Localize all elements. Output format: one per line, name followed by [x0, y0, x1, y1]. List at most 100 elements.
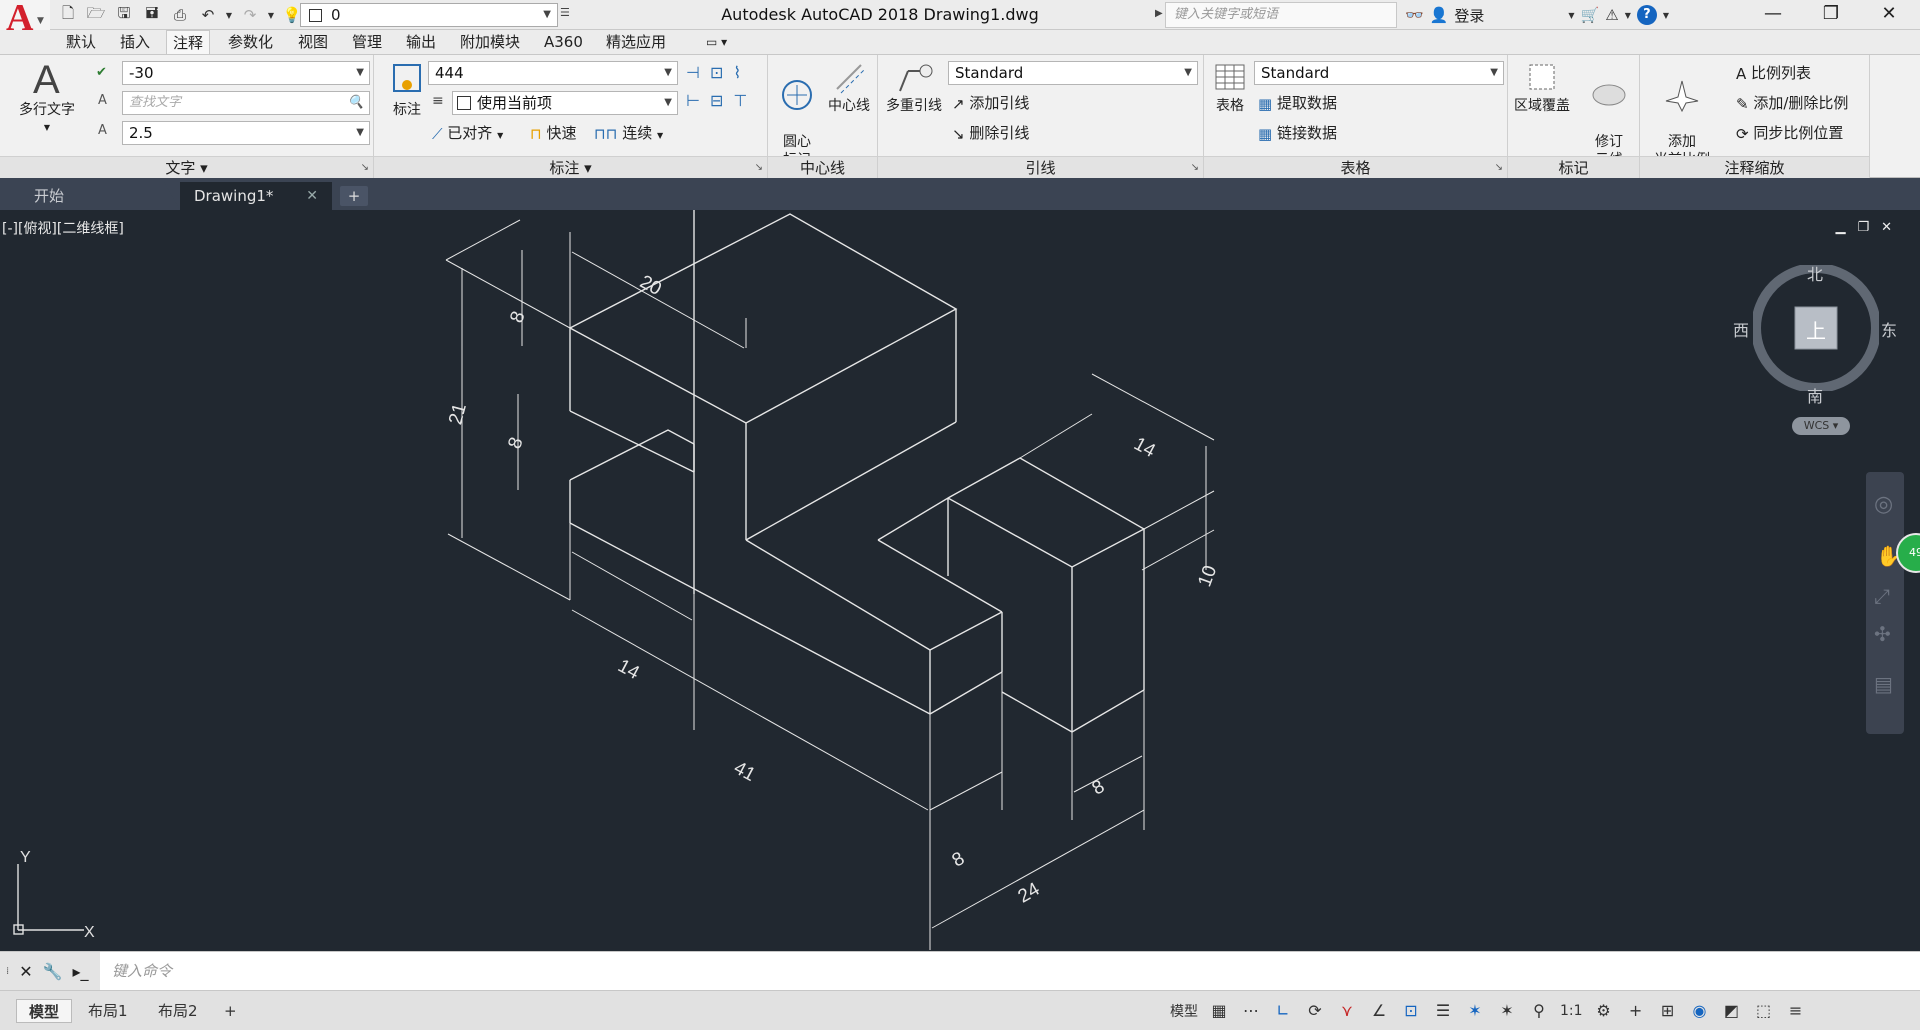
model-space-toggle[interactable]: 模型 [1170, 1001, 1198, 1021]
restore-icon[interactable]: ❐ [1802, 0, 1860, 30]
close-icon[interactable]: ✕ [1860, 0, 1918, 30]
quick-properties-icon[interactable]: ◉ [1689, 1001, 1711, 1020]
showmotion-icon[interactable]: ▤ [1874, 672, 1893, 696]
layout-tab-1[interactable]: 布局1 [76, 999, 140, 1023]
polar-tracking-icon[interactable]: ⟳ [1304, 1001, 1326, 1020]
adjust-space-icon[interactable]: ⊢ [686, 91, 700, 110]
clean-screen-icon[interactable]: ⬚ [1753, 1001, 1775, 1020]
tab-manage[interactable]: 管理 [346, 30, 388, 54]
leader-style-dropdown[interactable]: Standard ▼ [948, 61, 1198, 85]
find-icon[interactable]: 🔍 [348, 92, 364, 114]
scale-list-button[interactable]: A 比例列表 [1736, 61, 1811, 85]
table-button[interactable]: 表格 [1208, 59, 1252, 115]
dim-break-icon[interactable]: ⊣ [686, 63, 700, 82]
wrench-icon[interactable]: 🔧 [43, 962, 63, 981]
add-layout-button[interactable]: + [216, 999, 245, 1023]
viewcube[interactable]: 北 南 西 东 上 [1733, 263, 1897, 406]
undo-dropdown-icon[interactable]: ▼ [223, 3, 235, 27]
sync-scale-button[interactable]: ⟳ 同步比例位置 [1736, 121, 1843, 145]
tab-addins[interactable]: 附加模块 [454, 30, 526, 54]
ribbon-display-toggle-icon[interactable]: ▭ ▾ [700, 30, 733, 54]
tab-parametric[interactable]: 参数化 [222, 30, 279, 54]
dimension-button[interactable]: 标注 [382, 59, 432, 119]
link-data-button[interactable]: ▦ 链接数据 [1258, 121, 1337, 145]
new-file-icon[interactable]: 🗋 [55, 3, 81, 27]
layout-tab-2[interactable]: 布局2 [146, 999, 210, 1023]
chevron-down-icon[interactable]: ▼ [1568, 11, 1574, 20]
viewcube-east[interactable]: 东 [1881, 317, 1897, 341]
drawing-canvas[interactable]: [-][俯视][二维线框] ▁ ❐ ✕ 20 8 21 8 14 41 14 1… [0, 210, 1920, 951]
minimize-icon[interactable]: — [1744, 0, 1802, 30]
quick-dim-button[interactable]: ⊓ 快速 [530, 121, 577, 145]
lineweight-icon[interactable]: ☰ [1432, 1001, 1454, 1020]
workspace-gear-icon[interactable]: ⚙ [1593, 1001, 1615, 1020]
grip-icon[interactable]: ⁞ [6, 966, 9, 977]
chevron-down-icon[interactable]: ▼ [1663, 11, 1669, 20]
layer-dropdown[interactable]: 0 ▼ [300, 3, 558, 27]
autodesk-account-icon[interactable]: ⚠ [1605, 6, 1618, 24]
dialog-launcher-icon[interactable]: ↘ [1191, 157, 1199, 179]
find-text-input[interactable]: 查找文字 🔍 [122, 91, 370, 115]
ortho-icon[interactable]: ∟ [1272, 1001, 1294, 1020]
object-snap-tracking-icon[interactable]: ∠ [1368, 1001, 1390, 1020]
wcs-menu[interactable]: WCS ▾ [1792, 417, 1850, 435]
layout-tab-model[interactable]: 模型 [16, 999, 73, 1023]
center-mark-button[interactable]: 圆心 标记 [772, 59, 822, 169]
dimension-panel-title[interactable]: 标注 ▾ ↘ [374, 156, 767, 178]
user-icon[interactable]: 👤 [1430, 6, 1449, 24]
isolate-objects-icon[interactable]: ◩ [1721, 1001, 1743, 1020]
command-input[interactable]: 键入命令 [112, 960, 172, 981]
dialog-launcher-icon[interactable]: ↘ [361, 157, 369, 179]
isodraft-icon[interactable]: ⋎ [1336, 1001, 1358, 1020]
help-icon[interactable]: ? [1636, 5, 1657, 25]
dim-inspect-icon[interactable]: ⊡ [710, 63, 723, 82]
viewcube-south[interactable]: 南 [1807, 383, 1823, 407]
multileader-button[interactable]: 多重引线 [882, 59, 946, 115]
annotation-monitor-icon[interactable]: + [1625, 1001, 1647, 1020]
annotation-scale-icon[interactable]: ⚲ [1528, 1001, 1550, 1020]
text-height-dropdown[interactable]: 2.5 ▼ [122, 121, 370, 145]
save-as-icon[interactable]: 🖬 [139, 3, 165, 27]
table-style-dropdown[interactable]: Standard ▼ [1254, 61, 1504, 85]
add-remove-scale-button[interactable]: ✎ 添加/删除比例 [1736, 91, 1848, 115]
redo-icon[interactable]: ↷ [237, 3, 263, 27]
viewcube-top-face[interactable]: 上 [1806, 315, 1826, 344]
object-snap-icon[interactable]: ⊡ [1400, 1001, 1422, 1020]
tab-drawing1[interactable]: Drawing1* ✕ [180, 182, 332, 210]
command-prompt-icon[interactable]: ▸_ [73, 962, 89, 981]
viewcube-north[interactable]: 北 [1807, 261, 1823, 285]
grid-icon[interactable]: ▦ [1208, 1001, 1230, 1020]
text-style-dropdown[interactable]: -30 ▼ [122, 61, 370, 85]
annotation-visibility-icon[interactable]: ✶ [1464, 1001, 1486, 1020]
snap-icon[interactable]: ⋯ [1240, 1001, 1262, 1020]
binoculars-icon[interactable]: 👓 [1405, 6, 1424, 24]
mtext-button[interactable]: A 多行文字 ▼ [10, 59, 84, 137]
annotation-scaling-panel-title[interactable]: 注释缩放 [1640, 156, 1869, 178]
jogged-linear-icon[interactable]: ⌇ [733, 63, 741, 82]
dim-style-dropdown[interactable]: 444 ▼ [428, 61, 678, 85]
add-leader-button[interactable]: ↗ 添加引线 [952, 91, 1029, 115]
search-input[interactable]: 键入关键字或短语 [1165, 2, 1397, 28]
print-icon[interactable]: ⎙ [167, 3, 193, 27]
chevron-down-icon[interactable]: ▼ [1625, 11, 1631, 20]
login-button[interactable]: 登录 [1454, 5, 1484, 26]
orbit-icon[interactable]: ✣ [1874, 622, 1891, 646]
viewcube-west[interactable]: 西 [1733, 317, 1749, 341]
units-icon[interactable]: ⊞ [1657, 1001, 1679, 1020]
markup-panel-title[interactable]: 标记 [1508, 156, 1639, 178]
open-file-icon[interactable]: 🗁 [83, 3, 109, 27]
add-current-scale-button[interactable]: 添加 当前比例 [1642, 59, 1722, 169]
customization-menu-icon[interactable]: ≡ [1785, 1001, 1807, 1020]
spellcheck-icon[interactable]: ✔ [96, 65, 107, 80]
close-icon[interactable]: ✕ [19, 962, 32, 981]
search-expand-icon[interactable]: ▶ [1155, 8, 1163, 19]
centerline-panel-title[interactable]: 中心线 [768, 156, 877, 178]
new-tab-button[interactable]: + [340, 186, 368, 206]
annotation-scale-dropdown[interactable]: 1:1 [1560, 1003, 1583, 1019]
redo-dropdown-icon[interactable]: ▼ [265, 3, 277, 27]
tab-featured-apps[interactable]: 精选应用 [600, 30, 672, 54]
extract-data-button[interactable]: ▦ 提取数据 [1258, 91, 1337, 115]
undo-icon[interactable]: ↶ [195, 3, 221, 27]
revcloud-button[interactable]: 修订 云线 [1580, 59, 1638, 169]
tab-output[interactable]: 输出 [400, 30, 442, 54]
